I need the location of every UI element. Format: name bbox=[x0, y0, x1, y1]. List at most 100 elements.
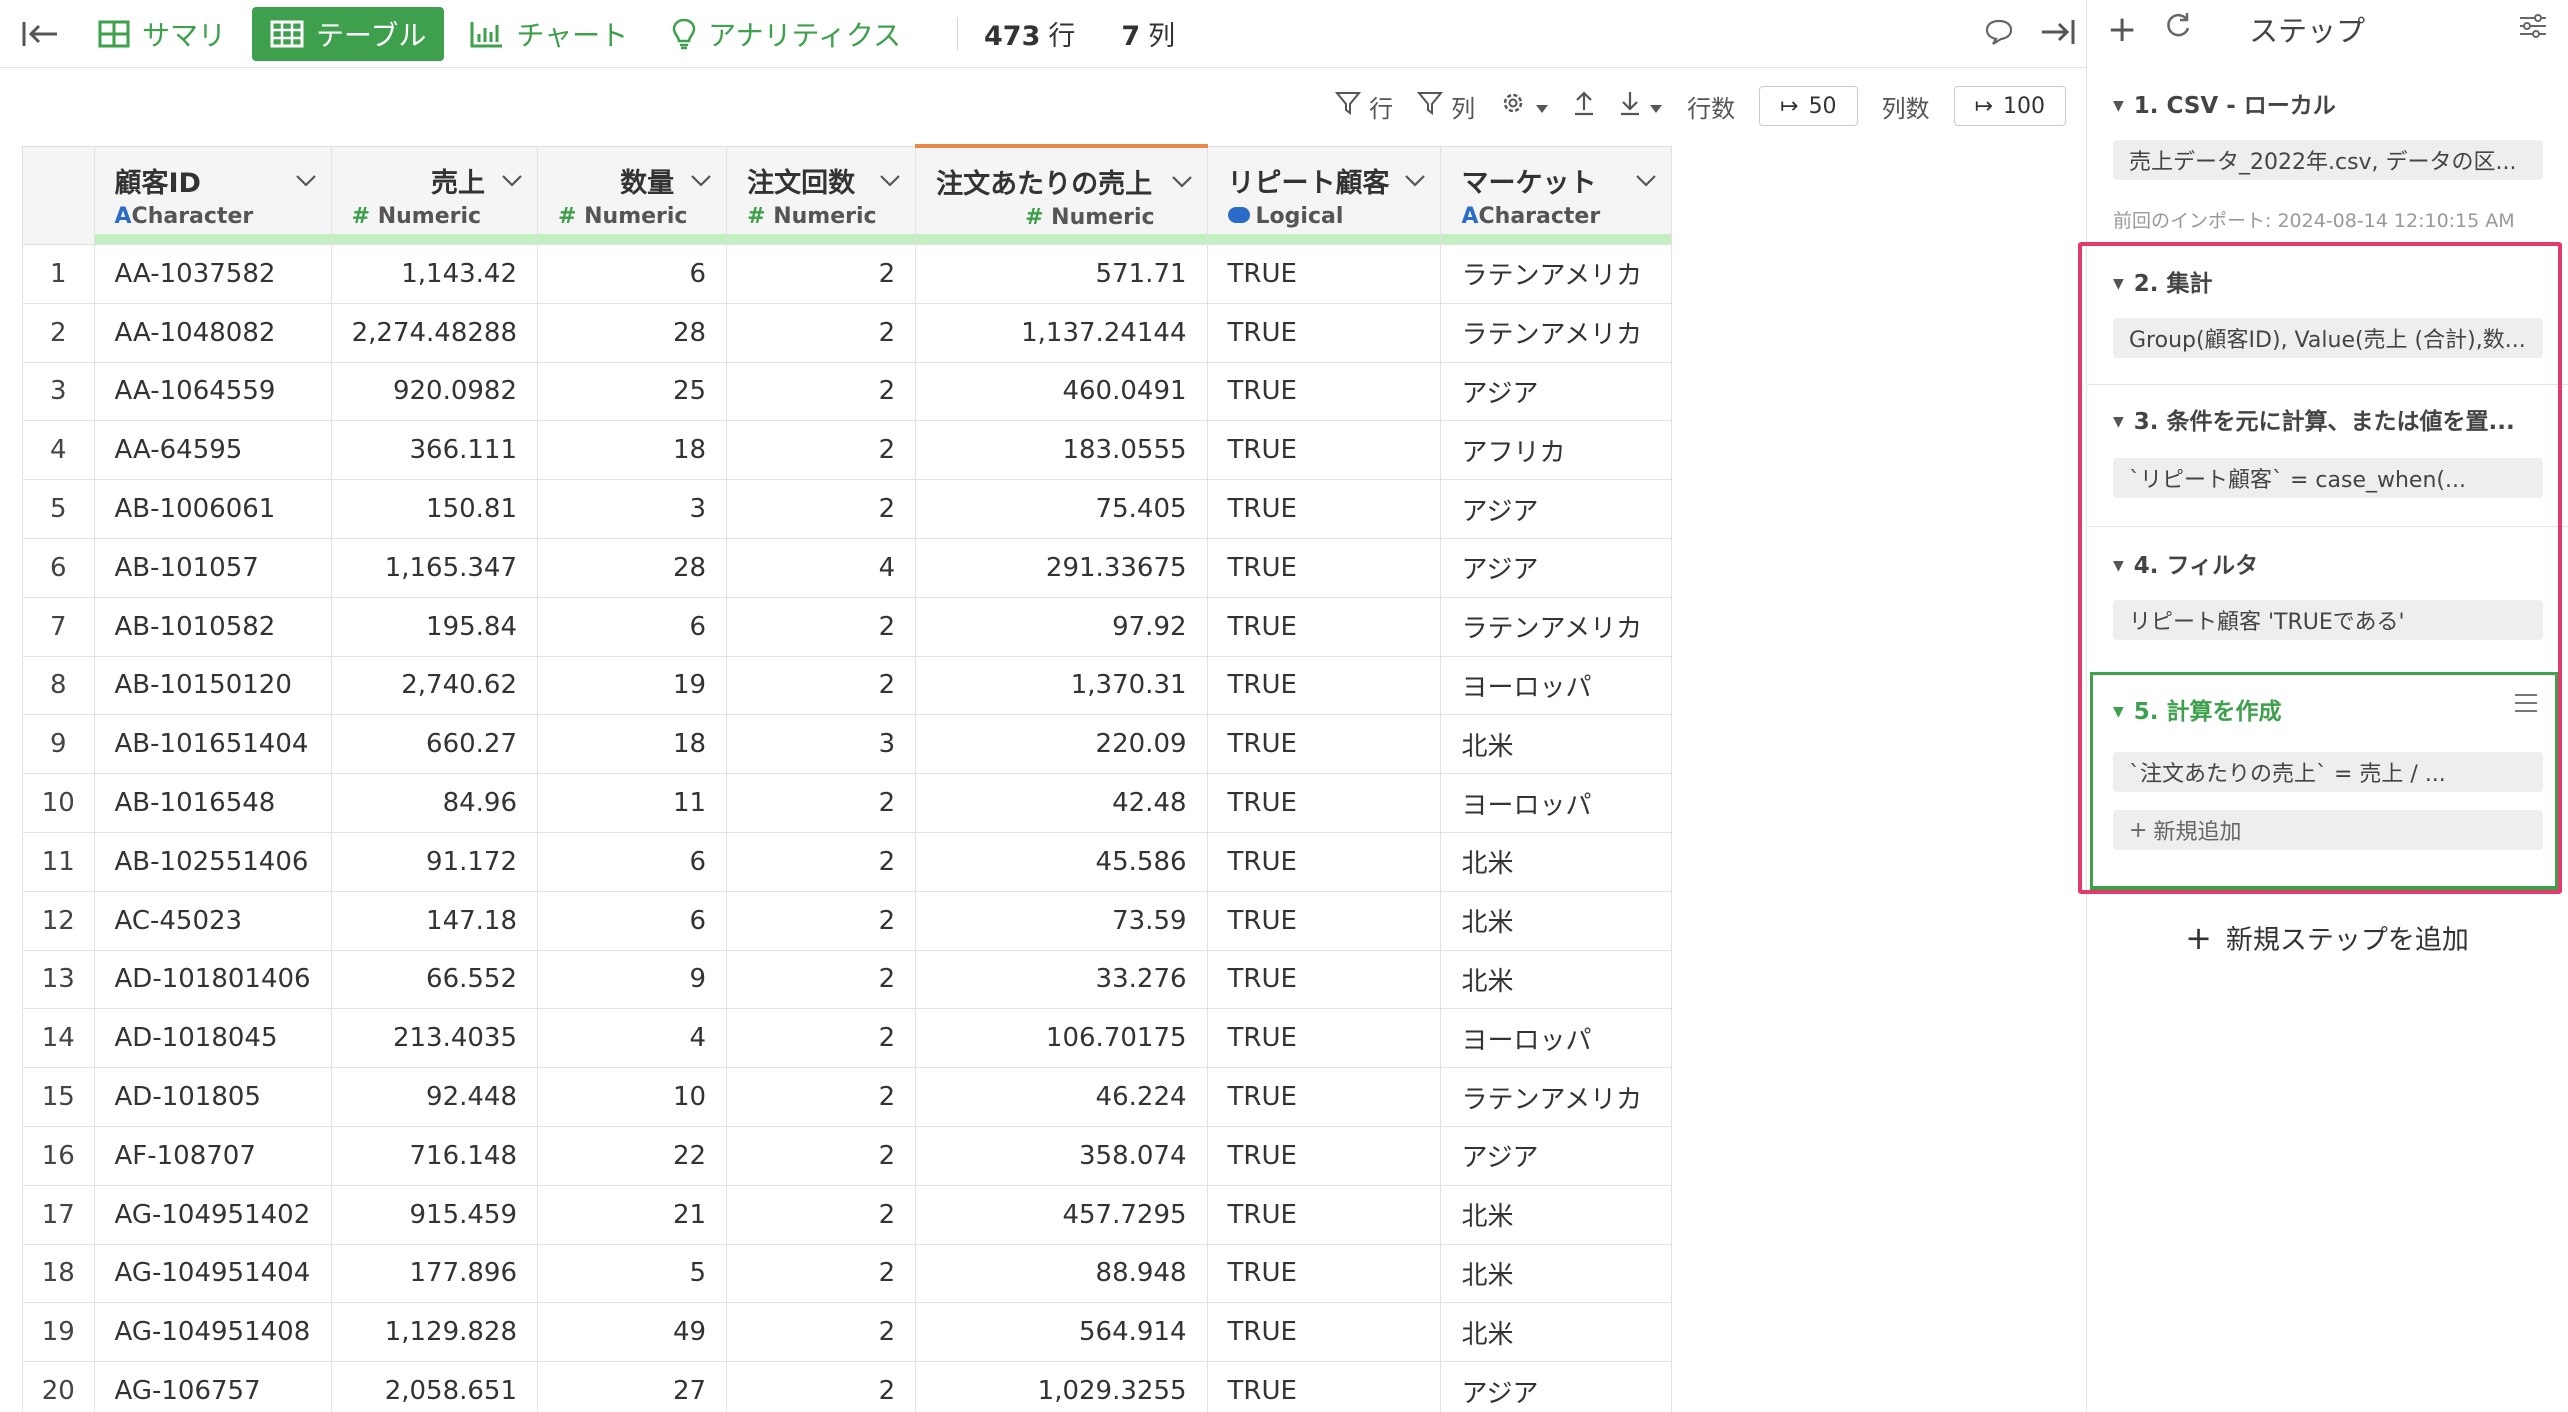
table-cell[interactable]: AD-101805 bbox=[93, 1067, 332, 1127]
table-cell[interactable]: 2 bbox=[726, 302, 917, 363]
table-cell[interactable]: 6 bbox=[537, 244, 728, 304]
table-cell[interactable]: 460.0491 bbox=[915, 361, 1208, 422]
table-cell[interactable]: 21 bbox=[537, 1184, 728, 1245]
table-cell[interactable]: 88.948 bbox=[915, 1243, 1208, 1304]
tab-analytics[interactable]: アナリティクス bbox=[654, 7, 919, 61]
table-cell[interactable]: 25 bbox=[537, 361, 728, 422]
table-cell[interactable]: TRUE bbox=[1206, 1008, 1442, 1069]
table-cell[interactable]: 358.074 bbox=[915, 1125, 1208, 1186]
table-cell[interactable]: 150.81 bbox=[330, 479, 539, 539]
table-cell[interactable]: 660.27 bbox=[330, 714, 539, 775]
column-header-order-count[interactable]: 注文回数 # Numeric bbox=[726, 145, 917, 245]
table-cell[interactable]: 73.59 bbox=[915, 890, 1208, 951]
table-cell[interactable]: 106.70175 bbox=[915, 1008, 1208, 1069]
table-cell[interactable]: TRUE bbox=[1206, 655, 1442, 716]
table-cell[interactable]: AG-104951404 bbox=[93, 1243, 332, 1304]
table-cell[interactable]: ラテンアメリカ bbox=[1440, 1067, 1672, 1127]
table-cell[interactable]: 1,137.24144 bbox=[915, 302, 1208, 363]
table-cell[interactable]: 571.71 bbox=[915, 244, 1208, 304]
table-cell[interactable]: TRUE bbox=[1206, 831, 1442, 892]
column-limit-input[interactable]: ↦ 100 bbox=[1953, 86, 2066, 126]
table-cell[interactable]: 6 bbox=[537, 596, 728, 657]
table-cell[interactable]: AA-64595 bbox=[93, 420, 332, 481]
table-cell[interactable]: 2 bbox=[726, 1302, 917, 1363]
table-cell[interactable]: 北米 bbox=[1440, 831, 1672, 892]
tab-summary[interactable]: サマリ bbox=[80, 7, 244, 61]
table-cell[interactable]: 18 bbox=[537, 420, 728, 481]
refresh-icon[interactable] bbox=[2163, 10, 2193, 48]
table-cell[interactable]: 2 bbox=[726, 420, 917, 481]
chevron-down-icon[interactable] bbox=[1635, 169, 1657, 194]
table-cell[interactable]: 1,165.347 bbox=[330, 537, 539, 598]
table-cell[interactable]: TRUE bbox=[1206, 302, 1442, 363]
table-cell[interactable]: 2 bbox=[726, 361, 917, 422]
table-cell[interactable]: ヨーロッパ bbox=[1440, 1008, 1672, 1069]
table-cell[interactable]: 564.914 bbox=[915, 1302, 1208, 1363]
table-cell[interactable]: 457.7295 bbox=[915, 1184, 1208, 1245]
table-cell[interactable]: 716.148 bbox=[330, 1125, 539, 1186]
table-cell[interactable]: 1,129.828 bbox=[330, 1302, 539, 1363]
table-cell[interactable]: 2 bbox=[726, 596, 917, 657]
table-cell[interactable]: 1,143.42 bbox=[330, 244, 539, 304]
table-cell[interactable]: アジア bbox=[1440, 1125, 1672, 1186]
table-cell[interactable]: 28 bbox=[537, 302, 728, 363]
table-cell[interactable]: TRUE bbox=[1206, 1243, 1442, 1304]
table-cell[interactable]: アフリカ bbox=[1440, 420, 1672, 481]
row-limit-input[interactable]: ↦ 50 bbox=[1759, 86, 1858, 126]
table-cell[interactable]: TRUE bbox=[1206, 1125, 1442, 1186]
table-cell[interactable]: TRUE bbox=[1206, 596, 1442, 657]
table-cell[interactable]: TRUE bbox=[1206, 714, 1442, 775]
table-cell[interactable]: TRUE bbox=[1206, 361, 1442, 422]
table-cell[interactable]: 2 bbox=[726, 949, 917, 1010]
chevron-down-icon[interactable] bbox=[501, 169, 523, 194]
table-cell[interactable]: TRUE bbox=[1206, 1302, 1442, 1363]
table-cell[interactable]: TRUE bbox=[1206, 537, 1442, 598]
table-cell[interactable]: 49 bbox=[537, 1302, 728, 1363]
table-cell[interactable]: 33.276 bbox=[915, 949, 1208, 1010]
table-cell[interactable]: AC-45023 bbox=[93, 890, 332, 951]
table-cell[interactable]: 2 bbox=[726, 1361, 917, 1412]
table-cell[interactable]: 91.172 bbox=[330, 831, 539, 892]
table-cell[interactable]: 北米 bbox=[1440, 714, 1672, 775]
table-cell[interactable]: TRUE bbox=[1206, 1361, 1442, 1412]
table-cell[interactable]: 2 bbox=[726, 655, 917, 716]
plus-icon[interactable]: + bbox=[2107, 9, 2137, 50]
table-cell[interactable]: AD-1018045 bbox=[93, 1008, 332, 1069]
column-header-sales-per-order[interactable]: 注文あたりの売上 # Numeric bbox=[915, 144, 1208, 245]
table-cell[interactable]: 366.111 bbox=[330, 420, 539, 481]
chevron-down-icon[interactable] bbox=[295, 169, 317, 194]
sort-ascending-button[interactable] bbox=[1573, 90, 1595, 122]
chevron-down-icon[interactable] bbox=[879, 169, 901, 194]
filter-columns-button[interactable]: 列 bbox=[1417, 89, 1475, 124]
table-cell[interactable]: 2,058.651 bbox=[330, 1361, 539, 1412]
settings-dropdown[interactable] bbox=[1499, 89, 1549, 123]
table-cell[interactable]: AA-1064559 bbox=[93, 361, 332, 422]
chevron-down-icon[interactable] bbox=[1404, 169, 1426, 194]
chevron-down-icon[interactable] bbox=[1171, 170, 1193, 195]
collapse-left-button[interactable] bbox=[0, 0, 80, 68]
table-cell[interactable]: AB-1010582 bbox=[93, 596, 332, 657]
table-cell[interactable]: 2 bbox=[726, 1184, 917, 1245]
table-cell[interactable]: 220.09 bbox=[915, 714, 1208, 775]
table-cell[interactable]: 3 bbox=[537, 479, 728, 539]
table-cell[interactable]: AG-104951408 bbox=[93, 1302, 332, 1363]
table-cell[interactable]: AD-101801406 bbox=[93, 949, 332, 1010]
table-cell[interactable]: 147.18 bbox=[330, 890, 539, 951]
table-cell[interactable]: 195.84 bbox=[330, 596, 539, 657]
table-cell[interactable]: 2 bbox=[726, 890, 917, 951]
column-header-market[interactable]: マーケット ACharacter bbox=[1440, 145, 1672, 245]
table-cell[interactable]: AA-1048082 bbox=[93, 302, 332, 363]
table-cell[interactable]: 9 bbox=[537, 949, 728, 1010]
table-cell[interactable]: TRUE bbox=[1206, 949, 1442, 1010]
table-cell[interactable]: ヨーロッパ bbox=[1440, 655, 1672, 716]
table-cell[interactable]: 42.48 bbox=[915, 773, 1208, 833]
table-cell[interactable]: TRUE bbox=[1206, 890, 1442, 951]
table-cell[interactable]: アジア bbox=[1440, 479, 1672, 539]
table-cell[interactable]: アジア bbox=[1440, 361, 1672, 422]
table-cell[interactable]: 66.552 bbox=[330, 949, 539, 1010]
table-cell[interactable]: 46.224 bbox=[915, 1067, 1208, 1127]
table-cell[interactable]: 3 bbox=[726, 714, 917, 775]
sliders-icon[interactable] bbox=[2518, 12, 2548, 46]
table-cell[interactable]: 1,370.31 bbox=[915, 655, 1208, 716]
table-cell[interactable]: 4 bbox=[726, 537, 917, 598]
